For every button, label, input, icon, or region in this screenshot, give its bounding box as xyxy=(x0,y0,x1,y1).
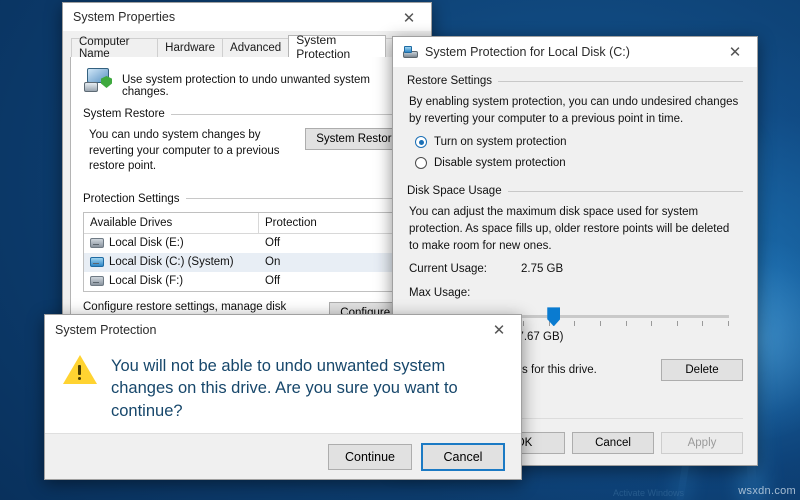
drive-protection-state: On xyxy=(265,256,281,269)
system-restore-description: You can undo system changes by reverting… xyxy=(89,129,280,173)
system-restore-group-label: System Restore xyxy=(83,108,411,120)
table-header-row: Available Drives Protection xyxy=(84,212,410,234)
system-protection-icon xyxy=(403,46,418,58)
close-icon[interactable]: ✕ xyxy=(477,315,521,345)
continue-button[interactable]: Continue xyxy=(328,443,412,470)
disk-space-usage-description: You can adjust the maximum disk space us… xyxy=(409,206,730,252)
protection-settings-group: Protection Settings Available Drives Pro… xyxy=(83,193,411,325)
system-restore-row: You can undo system changes by reverting… xyxy=(89,128,409,175)
drive-name: Local Disk (E:) xyxy=(109,237,184,250)
apply-button: Apply xyxy=(661,432,743,454)
delete-button[interactable]: Delete xyxy=(661,359,743,382)
drive-name: Local Disk (C:) (System) xyxy=(109,256,234,269)
current-usage-row: Current Usage: 2.75 GB xyxy=(409,263,741,275)
table-row[interactable]: Local Disk (F:) Off xyxy=(84,272,410,291)
system-protection-header-text: Use system protection to undo unwanted s… xyxy=(122,74,371,98)
disk-space-usage-group-label: Disk Space Usage xyxy=(407,185,743,197)
protection-settings-group-title: Protection Settings xyxy=(83,192,180,205)
system-properties-tabstrip: Computer Name Hardware Advanced System P… xyxy=(63,33,432,61)
tab-advanced[interactable]: Advanced xyxy=(222,38,290,57)
computer-shield-icon xyxy=(83,67,113,93)
restore-settings-group-label: Restore Settings xyxy=(407,75,743,87)
tab-hardware[interactable]: Hardware xyxy=(157,38,224,57)
current-usage-label: Current Usage: xyxy=(409,263,487,276)
table-row[interactable]: Local Disk (E:) Off xyxy=(84,234,410,253)
radio-label: Turn on system protection xyxy=(434,136,567,149)
drive-icon xyxy=(90,238,104,249)
cancel-button[interactable]: Cancel xyxy=(572,432,654,454)
restore-settings-group-title: Restore Settings xyxy=(407,75,493,87)
warning-button-row: Continue Cancel xyxy=(45,433,521,479)
system-properties-window: System Properties ✕ Computer Name Hardwa… xyxy=(62,2,432,332)
system-restore-group-title: System Restore xyxy=(83,108,165,120)
warning-titlebar[interactable]: System Protection ✕ xyxy=(45,315,521,345)
warning-dialog-title: System Protection xyxy=(55,323,157,337)
cancel-button[interactable]: Cancel xyxy=(421,442,505,471)
column-header-protection: Protection xyxy=(265,216,317,229)
disk-protection-title: System Protection for Local Disk (C:) xyxy=(425,45,630,59)
system-properties-title: System Properties xyxy=(73,10,176,24)
drive-protection-state: Off xyxy=(265,237,281,250)
system-protection-tab-page: Use system protection to undo unwanted s… xyxy=(70,57,424,325)
group-divider xyxy=(185,198,411,200)
system-protection-header: Use system protection to undo unwanted s… xyxy=(83,67,411,98)
available-drives-table[interactable]: Available Drives Protection Local Disk (… xyxy=(83,211,411,292)
column-header-available-drives: Available Drives xyxy=(84,212,259,233)
drive-name: Local Disk (F:) xyxy=(109,275,184,288)
current-usage-value: 2.75 GB xyxy=(520,263,564,276)
system-restore-group: System Restore You can undo system chang… xyxy=(83,108,411,175)
close-icon[interactable]: ✕ xyxy=(713,37,757,67)
group-divider xyxy=(507,190,743,192)
tab-computer-name[interactable]: Computer Name xyxy=(71,36,159,60)
system-properties-titlebar[interactable]: System Properties ✕ xyxy=(63,3,431,31)
disk-space-usage-group-title: Disk Space Usage xyxy=(407,185,502,198)
group-divider xyxy=(498,80,743,82)
disk-protection-button-row: OK Cancel Apply xyxy=(483,432,743,454)
system-protection-warning-dialog: System Protection ✕ You will not be able… xyxy=(44,314,522,480)
system-restore-body: You can undo system changes by reverting… xyxy=(83,120,411,175)
radio-icon-selected[interactable] xyxy=(415,136,427,149)
warning-heading: You will not be able to undo unwanted sy… xyxy=(111,357,458,420)
warning-triangle-icon xyxy=(63,355,97,385)
group-divider xyxy=(170,113,411,115)
radio-icon[interactable] xyxy=(415,157,427,170)
restore-settings-description: By enabling system protection, you can u… xyxy=(409,96,739,125)
max-usage-label: Max Usage: xyxy=(409,287,471,300)
radio-label: Disable system protection xyxy=(434,157,566,170)
system-drive-icon xyxy=(90,257,104,268)
radio-disable-system-protection[interactable]: Disable system protection xyxy=(415,157,743,170)
protection-settings-group-label: Protection Settings xyxy=(83,193,411,205)
tab-system-protection[interactable]: System Protection xyxy=(288,33,387,61)
radio-turn-on-system-protection[interactable]: Turn on system protection xyxy=(415,136,743,149)
disk-protection-titlebar[interactable]: System Protection for Local Disk (C:) ✕ xyxy=(393,37,757,67)
table-row[interactable]: Local Disk (C:) (System) On xyxy=(84,252,410,272)
warning-heading-row: You will not be able to undo unwanted sy… xyxy=(63,355,503,422)
drive-protection-state: Off xyxy=(265,275,281,288)
close-icon[interactable]: ✕ xyxy=(387,3,431,33)
drive-icon xyxy=(90,276,104,287)
